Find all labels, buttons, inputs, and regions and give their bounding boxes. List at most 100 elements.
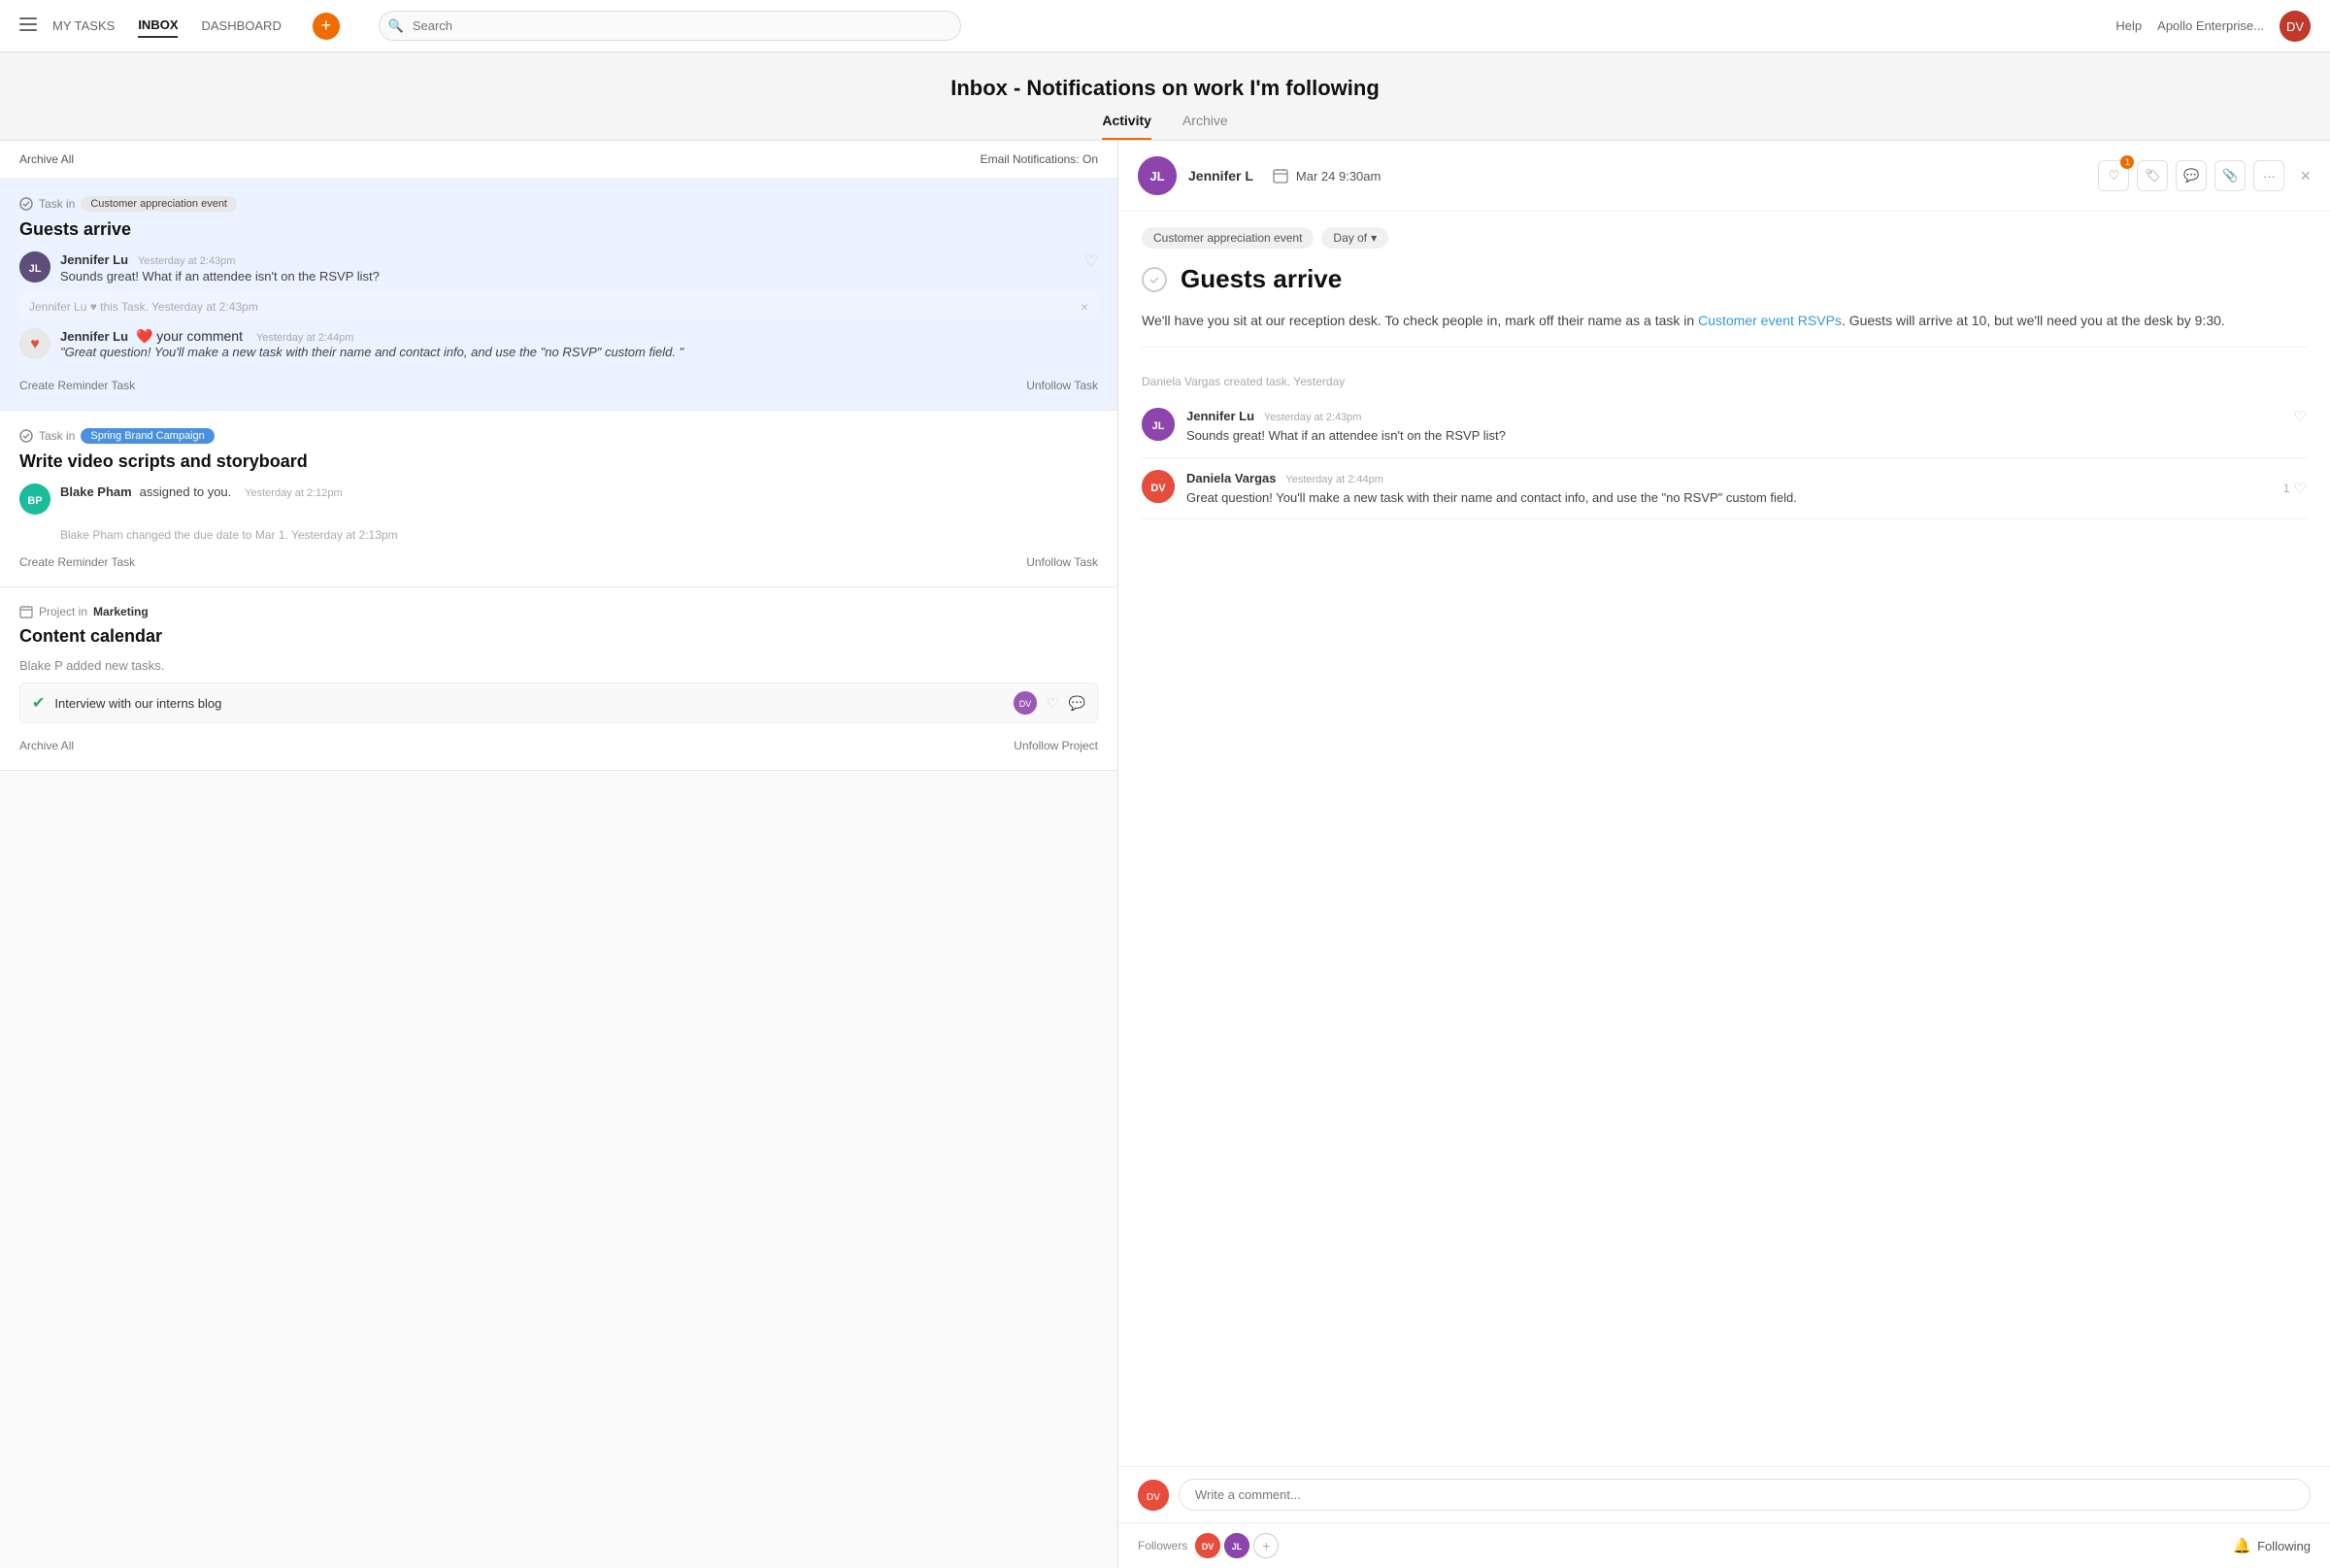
task-tag[interactable]: Customer appreciation event xyxy=(1142,227,1314,249)
follower-avatar-2: JL xyxy=(1224,1533,1249,1558)
followers-bar: Followers DV JL + 🔔 Following xyxy=(1118,1522,2330,1568)
comment-user-avatar: DV xyxy=(1138,1480,1169,1511)
org-label[interactable]: Apollo Enterprise... xyxy=(2157,18,2264,33)
activity-assign-text: assigned to you. xyxy=(140,484,232,499)
avatar[interactable]: DV xyxy=(2280,11,2311,42)
hamburger-icon[interactable] xyxy=(19,17,37,34)
unfollow-btn-3[interactable]: Unfollow Project xyxy=(1014,739,1098,752)
unfollow-btn-1[interactable]: Unfollow Task xyxy=(1026,379,1098,392)
like-action-btn[interactable]: ♡ 1 xyxy=(2098,160,2129,191)
page-wrap: Inbox - Notifications on work I'm follow… xyxy=(0,52,2330,1568)
task-label: Task in xyxy=(39,197,75,211)
activity-comment-1: JL Jennifer Lu Yesterday at 2:43pm Sound… xyxy=(1142,396,2307,458)
card-footer-3: Archive All Unfollow Project xyxy=(19,729,1098,752)
activity-time-2: Yesterday at 2:12pm xyxy=(245,487,343,499)
task-badge-1[interactable]: Customer appreciation event xyxy=(81,196,237,212)
date-section: Mar 24 9:30am xyxy=(1273,168,1381,183)
task-section: Customer appreciation event Day of ▾ Gue… xyxy=(1118,212,2330,363)
search-input[interactable] xyxy=(379,11,961,41)
svg-text:♥: ♥ xyxy=(30,336,40,352)
nav-inbox[interactable]: INBOX xyxy=(138,14,178,38)
nav-right: Help Apollo Enterprise... DV xyxy=(2115,11,2311,42)
archive-all-btn-3[interactable]: Archive All xyxy=(19,739,74,752)
comment-action-btn[interactable]: 💬 xyxy=(2176,160,2207,191)
add-follower-button[interactable]: + xyxy=(1253,1533,1279,1558)
task-comment-icon[interactable]: 💬 xyxy=(1069,695,1085,712)
top-nav: MY TASKS INBOX DASHBOARD + 🔍 Help Apollo… xyxy=(0,0,2330,52)
task-like-icon[interactable]: ♡ xyxy=(1047,695,1059,712)
create-reminder-btn-1[interactable]: Create Reminder Task xyxy=(19,379,135,392)
add-button[interactable]: + xyxy=(313,13,340,40)
card-header-2: Task in Spring Brand Campaign xyxy=(19,428,1098,444)
nav-dashboard[interactable]: DASHBOARD xyxy=(201,15,281,37)
notification-card-1[interactable]: Task in Customer appreciation event Gues… xyxy=(0,179,1117,411)
activity-row-1: JL Jennifer Lu Yesterday at 2:43pm Sound… xyxy=(19,251,1098,284)
task-badge-2[interactable]: Spring Brand Campaign xyxy=(81,428,214,444)
bell-icon: 🔔 xyxy=(2233,1537,2251,1554)
project-name-3[interactable]: Marketing xyxy=(93,605,149,618)
comment-body-1: Jennifer Lu Yesterday at 2:43pm Sounds g… xyxy=(1186,408,2282,446)
comment-user-2: Daniela Vargas xyxy=(1186,471,1277,485)
task-complete-button[interactable] xyxy=(1142,267,1167,292)
day-of-dropdown[interactable]: Day of ▾ xyxy=(1321,227,1388,249)
svg-text:JL: JL xyxy=(1149,169,1164,183)
close-right-panel[interactable]: × xyxy=(2300,166,2311,186)
following-button[interactable]: 🔔 Following xyxy=(2233,1537,2311,1554)
like-badge: 1 xyxy=(2120,155,2134,169)
tab-activity[interactable]: Activity xyxy=(1102,113,1151,140)
notification-card-3[interactable]: Project in Marketing Content calendar Bl… xyxy=(0,587,1117,771)
comment-input[interactable] xyxy=(1179,1479,2311,1511)
card-footer-1: Create Reminder Task Unfollow Task xyxy=(19,369,1098,392)
nav-my-tasks[interactable]: MY TASKS xyxy=(52,15,115,37)
nav-links: MY TASKS INBOX DASHBOARD + xyxy=(52,13,340,40)
card-title-3: Content calendar xyxy=(19,626,1098,647)
follower-avatar-1: DV xyxy=(1195,1533,1220,1558)
like-button-1[interactable]: ♡ xyxy=(1084,251,1098,271)
like-row-1: Jennifer Lu ♥ this Task. Yesterday at 2:… xyxy=(19,293,1098,320)
comment-text-2: Great question! You'll make a new task w… xyxy=(1186,488,2272,508)
card-header-1: Task in Customer appreciation event xyxy=(19,196,1098,212)
reaction-label-1: ❤️ your comment xyxy=(136,328,243,344)
task-item-row-1[interactable]: ✔ Interview with our interns blog DV ♡ 💬 xyxy=(19,683,1098,723)
followers-section: Followers DV JL + xyxy=(1138,1533,1279,1558)
left-toolbar: Archive All Email Notifications: On xyxy=(0,141,1117,179)
comment-avatar-1: JL xyxy=(1142,408,1175,441)
following-label: Following xyxy=(2257,1539,2311,1553)
card-header-3: Project in Marketing xyxy=(19,605,1098,618)
help-link[interactable]: Help xyxy=(2115,18,2142,33)
archive-all-button[interactable]: Archive All xyxy=(19,152,74,166)
create-reminder-btn-2[interactable]: Create Reminder Task xyxy=(19,555,135,569)
task-link[interactable]: Customer event RSVPs xyxy=(1698,313,1842,328)
notification-card-2[interactable]: Task in Spring Brand Campaign Write vide… xyxy=(0,411,1117,587)
comment-like-btn-2[interactable]: ♡ xyxy=(2294,480,2307,497)
right-panel: JL Jennifer L Mar 24 9:30am ♡ 1 🏷 💬 📎 ··… xyxy=(1118,141,2330,1568)
tabs: Activity Archive xyxy=(0,101,2330,141)
card-footer-2: Create Reminder Task Unfollow Task xyxy=(19,546,1098,569)
activity-comment-2: DV Daniela Vargas Yesterday at 2:44pm Gr… xyxy=(1142,458,2307,520)
svg-text:BP: BP xyxy=(27,495,42,507)
email-notifications-toggle[interactable]: Email Notifications: On xyxy=(981,152,1098,166)
comment-time-1: Yesterday at 2:43pm xyxy=(1264,412,1362,423)
task-description: We'll have you sit at our reception desk… xyxy=(1142,310,2307,348)
comment-user-1: Jennifer Lu xyxy=(1186,409,1254,423)
reaction-row-1: ♥ Jennifer Lu ❤️ your comment Yesterday … xyxy=(19,328,1098,359)
activity-user-1: Jennifer Lu xyxy=(60,252,128,267)
right-task-title: Guests arrive xyxy=(1181,264,1342,294)
followers-label: Followers xyxy=(1138,1539,1187,1552)
attach-action-btn[interactable]: 📎 xyxy=(2214,160,2246,191)
activity-avatar-1: JL xyxy=(19,251,50,283)
activity-text-1: Sounds great! What if an attendee isn't … xyxy=(60,269,1098,284)
close-like-1[interactable]: × xyxy=(1081,299,1088,315)
tag-action-btn[interactable]: 🏷 xyxy=(2137,160,2168,191)
more-action-btn[interactable]: ··· xyxy=(2253,160,2284,191)
comment-like-btn-1[interactable]: ♡ xyxy=(2294,408,2307,446)
comment-time-2: Yesterday at 2:44pm xyxy=(1285,474,1383,485)
tab-archive[interactable]: Archive xyxy=(1182,113,1228,140)
card-title-2: Write video scripts and storyboard xyxy=(19,451,1098,472)
created-meta: Daniela Vargas created task. Yesterday xyxy=(1142,363,2307,396)
like-sub-text-1: Jennifer Lu ♥ this Task. Yesterday at 2:… xyxy=(29,300,258,314)
unfollow-btn-2[interactable]: Unfollow Task xyxy=(1026,555,1098,569)
task-item-avatars: DV xyxy=(1014,691,1037,715)
reaction-quote-1: "Great question! You'll make a new task … xyxy=(60,345,1098,359)
activity-row-2: BP Blake Pham assigned to you. Yesterday… xyxy=(19,484,1098,515)
